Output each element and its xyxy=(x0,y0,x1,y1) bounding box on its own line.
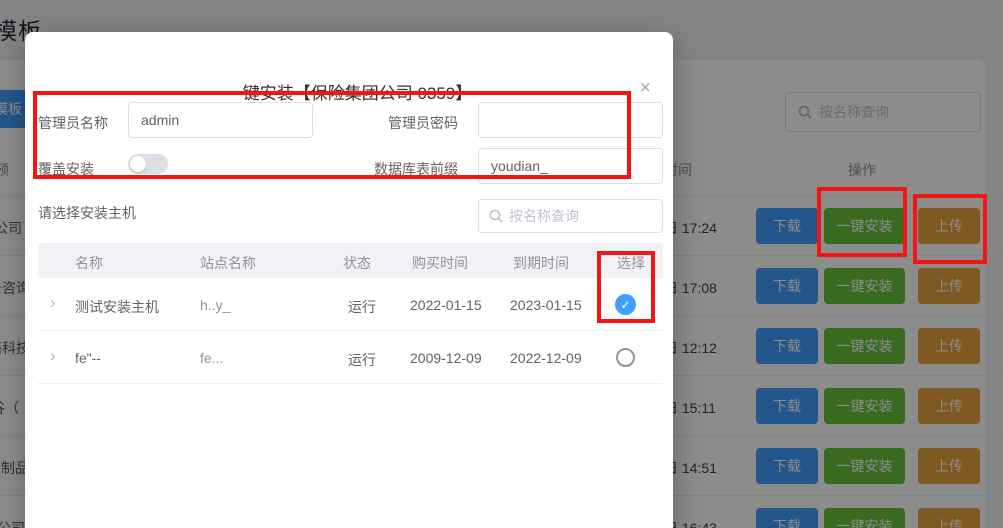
db-prefix-label: 数据库表前缀 xyxy=(374,159,458,179)
host-name: fe"-- xyxy=(75,350,101,366)
host-buy-time: 2022-01-15 xyxy=(410,297,482,313)
host-expire-time: 2023-01-15 xyxy=(510,297,582,313)
host-name: 测试安装主机 xyxy=(75,297,159,317)
header-site: 站点名称 xyxy=(200,253,256,273)
search-icon xyxy=(489,209,503,223)
overwrite-toggle[interactable] xyxy=(128,154,168,174)
expand-arrow-icon[interactable]: › xyxy=(50,293,56,313)
host-table-header: 名称 站点名称 状态 购买时间 到期时间 选择 xyxy=(38,243,663,278)
install-dialog: 一键安装【保险集团公司 0359】 × 管理员名称 管理员密码 覆盖安装 数据库… xyxy=(25,32,673,528)
host-search-box[interactable] xyxy=(478,199,663,233)
host-row: › fe"-- fe... 运行 2009-12-09 2022-12-09 xyxy=(38,331,663,384)
host-search-input[interactable] xyxy=(509,208,639,224)
radio-unselected-icon[interactable] xyxy=(616,348,635,367)
overwrite-install-label: 覆盖安装 xyxy=(38,159,94,179)
header-status: 状态 xyxy=(343,253,371,273)
select-host-label: 请选择安装主机 xyxy=(38,203,136,223)
db-prefix-field-wrap xyxy=(478,148,663,184)
host-site: fe... xyxy=(200,350,223,366)
dialog-title: 一键安装【保险集团公司 0359】 xyxy=(25,79,673,104)
header-buy-time: 购买时间 xyxy=(412,253,468,273)
host-site: h..y_ xyxy=(200,297,230,313)
host-buy-time: 2009-12-09 xyxy=(410,350,482,366)
host-expire-time: 2022-12-09 xyxy=(510,350,582,366)
toggle-knob xyxy=(130,156,146,172)
admin-name-input[interactable] xyxy=(128,102,313,138)
screen: 模板 模板 预 时间 操作 集团公司 日 17:24 下载 一键安装 上传 商务… xyxy=(0,0,1003,528)
header-expire-time: 到期时间 xyxy=(513,253,569,273)
host-row: › 测试安装主机 h..y_ 运行 2022-01-15 2023-01-15 … xyxy=(38,278,663,331)
admin-password-label: 管理员密码 xyxy=(388,113,458,133)
admin-password-input[interactable] xyxy=(478,102,663,138)
host-status: 运行 xyxy=(348,350,376,370)
radio-selected-icon[interactable]: ✓ xyxy=(615,294,636,315)
header-select: 选择 xyxy=(617,253,645,273)
close-icon[interactable]: × xyxy=(639,78,651,98)
admin-name-field-wrap xyxy=(128,102,313,138)
db-prefix-input[interactable] xyxy=(478,148,663,184)
admin-password-field-wrap xyxy=(478,102,663,138)
admin-name-label: 管理员名称 xyxy=(38,113,108,133)
host-status: 运行 xyxy=(348,297,376,317)
header-name: 名称 xyxy=(75,253,103,273)
expand-arrow-icon[interactable]: › xyxy=(50,346,56,366)
host-table: 名称 站点名称 状态 购买时间 到期时间 选择 › 测试安装主机 h..y_ 运… xyxy=(38,243,663,384)
